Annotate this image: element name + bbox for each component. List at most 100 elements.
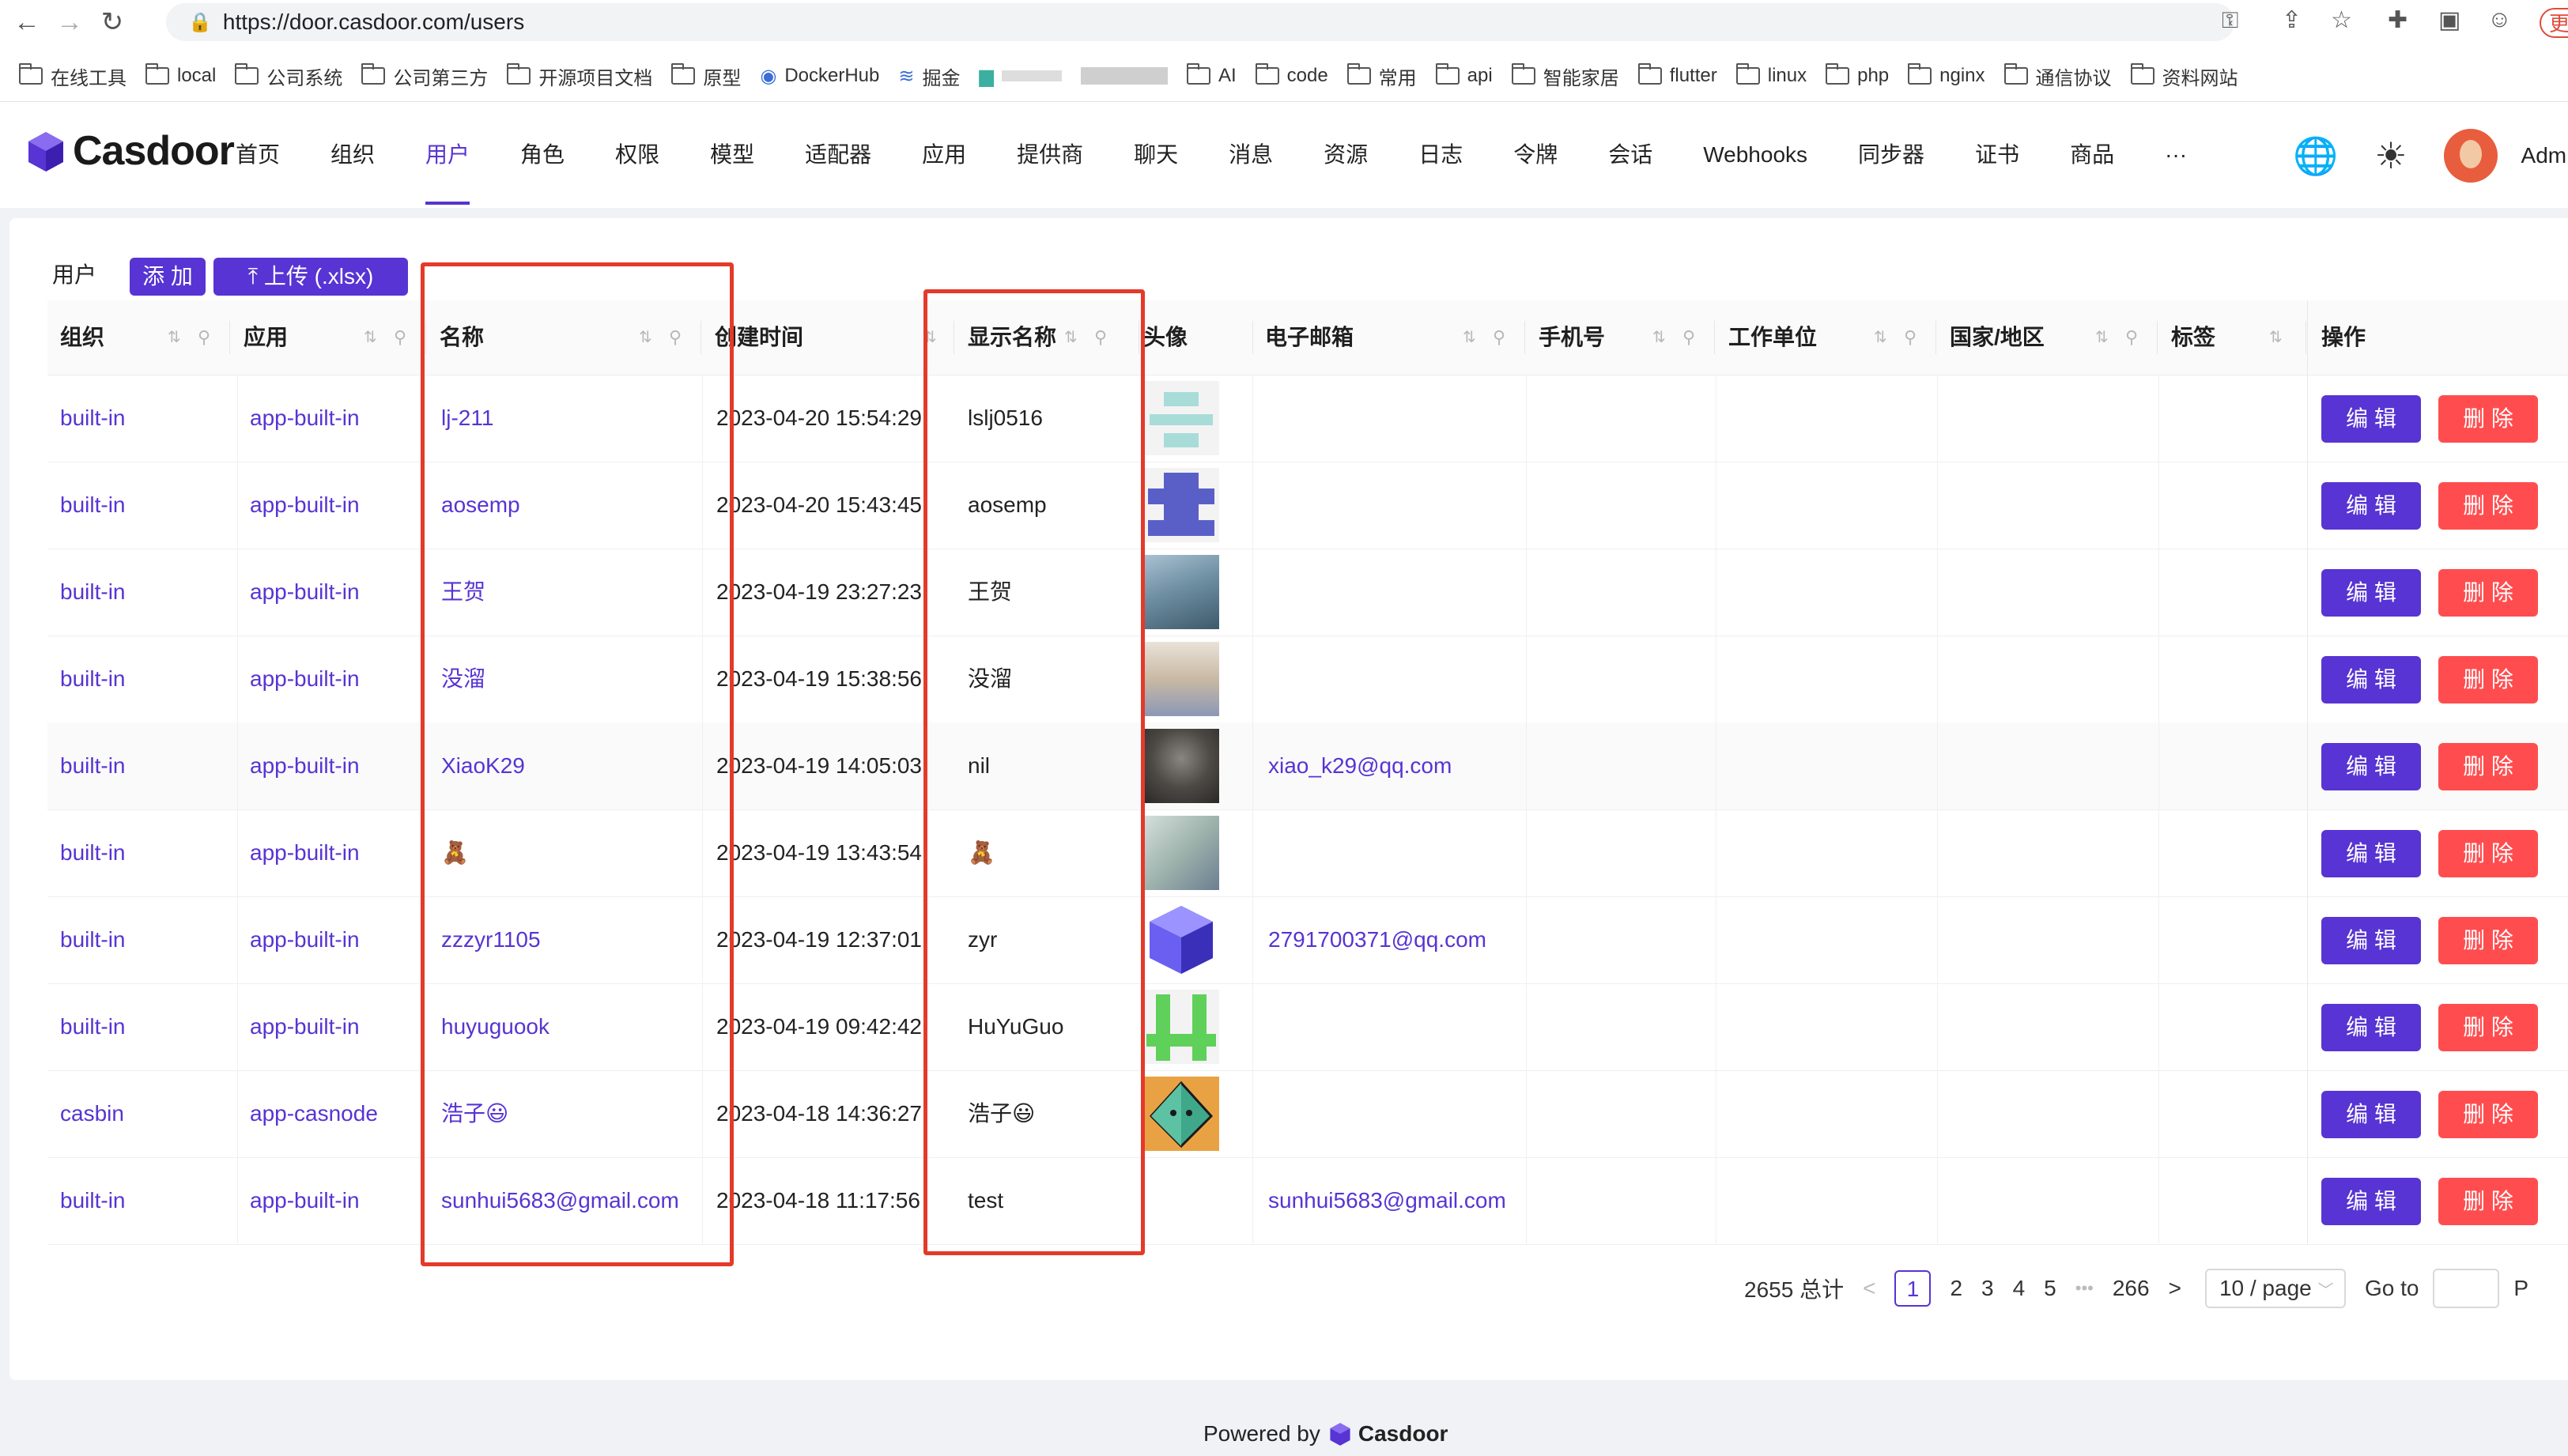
- bookmark-item[interactable]: 公司第三方: [361, 62, 488, 90]
- casdoor-logo[interactable]: Casdoor: [25, 127, 235, 175]
- page-1[interactable]: 1: [1894, 1270, 1932, 1307]
- col-header-affiliation[interactable]: 工作单位: [1728, 300, 1817, 375]
- col-header-tag[interactable]: 标签: [2171, 300, 2215, 375]
- footer-brand[interactable]: Casdoor: [1358, 1421, 1448, 1447]
- sidepanel-icon[interactable]: ▣: [2438, 6, 2460, 34]
- bookmark-item[interactable]: 常用: [1346, 62, 1417, 90]
- sort-icon[interactable]: ⇅: [2095, 300, 2109, 375]
- bookmark-item[interactable]: ◉ DockerHub: [760, 65, 879, 88]
- nav-item[interactable]: Webhooks: [1703, 102, 1807, 208]
- col-header-phone[interactable]: 手机号: [1539, 300, 1605, 375]
- bookmark-item[interactable]: 通信协议: [2003, 62, 2112, 90]
- avatar[interactable]: [2443, 129, 2498, 183]
- cell-application[interactable]: app-built-in: [250, 722, 360, 809]
- edit-button[interactable]: 编 辑: [2321, 1004, 2421, 1051]
- delete-button[interactable]: 删 除: [2438, 1178, 2538, 1225]
- sort-icon[interactable]: ⇅: [168, 300, 181, 375]
- search-icon[interactable]: ⚲: [1493, 300, 1505, 375]
- bookmark-item[interactable]: nginx: [1908, 63, 1985, 87]
- sort-icon[interactable]: ⇅: [1463, 300, 1476, 375]
- bookmark-item[interactable]: ≋ 掘金: [898, 62, 960, 90]
- nav-item[interactable]: 证书: [1975, 102, 2019, 208]
- delete-button[interactable]: 删 除: [2438, 917, 2538, 964]
- cell-email[interactable]: xiao_k29@qq.com: [1268, 722, 1452, 809]
- edit-button[interactable]: 编 辑: [2321, 569, 2421, 617]
- col-header-region[interactable]: 国家/地区: [1950, 300, 2045, 375]
- theme-sun-icon[interactable]: ☀: [2374, 134, 2407, 177]
- page-266[interactable]: 266: [2113, 1276, 2150, 1301]
- bookmark-item[interactable]: 资料网站: [2130, 62, 2238, 90]
- language-globe-icon[interactable]: 🌐: [2293, 134, 2338, 178]
- key-icon[interactable]: ⚿: [2222, 8, 2238, 34]
- search-icon[interactable]: ⚲: [394, 300, 406, 375]
- search-icon[interactable]: ⚲: [198, 300, 210, 375]
- nav-item[interactable]: 提供商: [1017, 102, 1083, 208]
- nav-item[interactable]: 角色: [520, 102, 565, 208]
- col-header-organization[interactable]: 组织: [60, 300, 104, 375]
- nav-item[interactable]: 同步器: [1858, 102, 1924, 208]
- star-icon[interactable]: ☆: [2331, 6, 2352, 34]
- bookmark-item[interactable]: api: [1435, 63, 1493, 87]
- nav-item[interactable]: 消息: [1229, 102, 1273, 208]
- cell-organization[interactable]: built-in: [60, 462, 125, 549]
- address-bar[interactable]: 🔒 https://door.casdoor.com/users ⚿: [166, 3, 2238, 41]
- cell-email[interactable]: sunhui5683@gmail.com: [1268, 1157, 1506, 1244]
- page-4[interactable]: 4: [2013, 1276, 2026, 1301]
- delete-button[interactable]: 删 除: [2438, 743, 2538, 790]
- sort-icon[interactable]: ⇅: [364, 300, 377, 375]
- forward-icon[interactable]: →: [54, 6, 85, 38]
- nav-item[interactable]: 会话: [1608, 102, 1652, 208]
- bookmark-item[interactable]: 在线工具: [19, 62, 127, 90]
- edit-button[interactable]: 编 辑: [2321, 1091, 2421, 1138]
- bookmark-item[interactable]: flutter: [1637, 63, 1717, 87]
- bookmark-item[interactable]: 开源项目文档: [507, 62, 652, 90]
- nav-item[interactable]: 资源: [1324, 102, 1368, 208]
- nav-item[interactable]: 首页: [236, 102, 280, 208]
- avatar[interactable]: [1143, 903, 1219, 977]
- jump-next-ellipsis[interactable]: •••: [2075, 1278, 2094, 1299]
- update-chip[interactable]: 更: [2540, 8, 2568, 38]
- search-icon[interactable]: ⚲: [1904, 300, 1917, 375]
- cell-application[interactable]: app-casnode: [250, 1070, 378, 1157]
- extensions-icon[interactable]: ✚: [2388, 6, 2408, 34]
- avatar[interactable]: [1143, 990, 1219, 1064]
- nav-item-active[interactable]: 用户: [425, 102, 470, 208]
- edit-button[interactable]: 编 辑: [2321, 1178, 2421, 1225]
- cell-application[interactable]: app-built-in: [250, 896, 360, 983]
- delete-button[interactable]: 删 除: [2438, 830, 2538, 877]
- bookmark-item[interactable]: linux: [1735, 63, 1807, 87]
- user-name[interactable]: Admin: [2521, 143, 2568, 168]
- search-icon[interactable]: ⚲: [2125, 300, 2138, 375]
- cell-organization[interactable]: built-in: [60, 636, 125, 722]
- avatar[interactable]: [1143, 729, 1219, 803]
- nav-item[interactable]: 商品: [2070, 102, 2114, 208]
- edit-button[interactable]: 编 辑: [2321, 917, 2421, 964]
- cell-application[interactable]: app-built-in: [250, 1157, 360, 1244]
- avatar[interactable]: [1143, 1077, 1219, 1151]
- cell-organization[interactable]: built-in: [60, 722, 125, 809]
- nav-item[interactable]: 适配器: [805, 102, 871, 208]
- nav-item[interactable]: 令牌: [1513, 102, 1558, 208]
- cell-email[interactable]: 2791700371@qq.com: [1268, 896, 1486, 983]
- cell-application[interactable]: app-built-in: [250, 983, 360, 1070]
- delete-button[interactable]: 删 除: [2438, 482, 2538, 530]
- bookmark-item[interactable]: [1080, 67, 1168, 85]
- cell-organization[interactable]: casbin: [60, 1070, 124, 1157]
- share-icon[interactable]: ⇪: [2282, 6, 2302, 34]
- nav-item[interactable]: 应用: [922, 102, 966, 208]
- prev-page-icon[interactable]: <: [1863, 1276, 1875, 1301]
- cell-application[interactable]: app-built-in: [250, 462, 360, 549]
- cell-application[interactable]: app-built-in: [250, 809, 360, 896]
- edit-button[interactable]: 编 辑: [2321, 395, 2421, 443]
- avatar[interactable]: [1143, 468, 1219, 542]
- bookmark-item[interactable]: code: [1255, 63, 1328, 87]
- nav-item[interactable]: 权限: [615, 102, 659, 208]
- col-header-email[interactable]: 电子邮箱: [1265, 300, 1354, 375]
- back-icon[interactable]: ←: [11, 6, 43, 38]
- sort-icon[interactable]: ⇅: [1874, 300, 1887, 375]
- avatar[interactable]: [1143, 816, 1219, 890]
- delete-button[interactable]: 删 除: [2438, 395, 2538, 443]
- upload-xlsx-button[interactable]: ⤒ 上传 (.xlsx): [213, 258, 408, 296]
- nav-item[interactable]: 日志: [1418, 102, 1463, 208]
- cell-organization[interactable]: built-in: [60, 983, 125, 1070]
